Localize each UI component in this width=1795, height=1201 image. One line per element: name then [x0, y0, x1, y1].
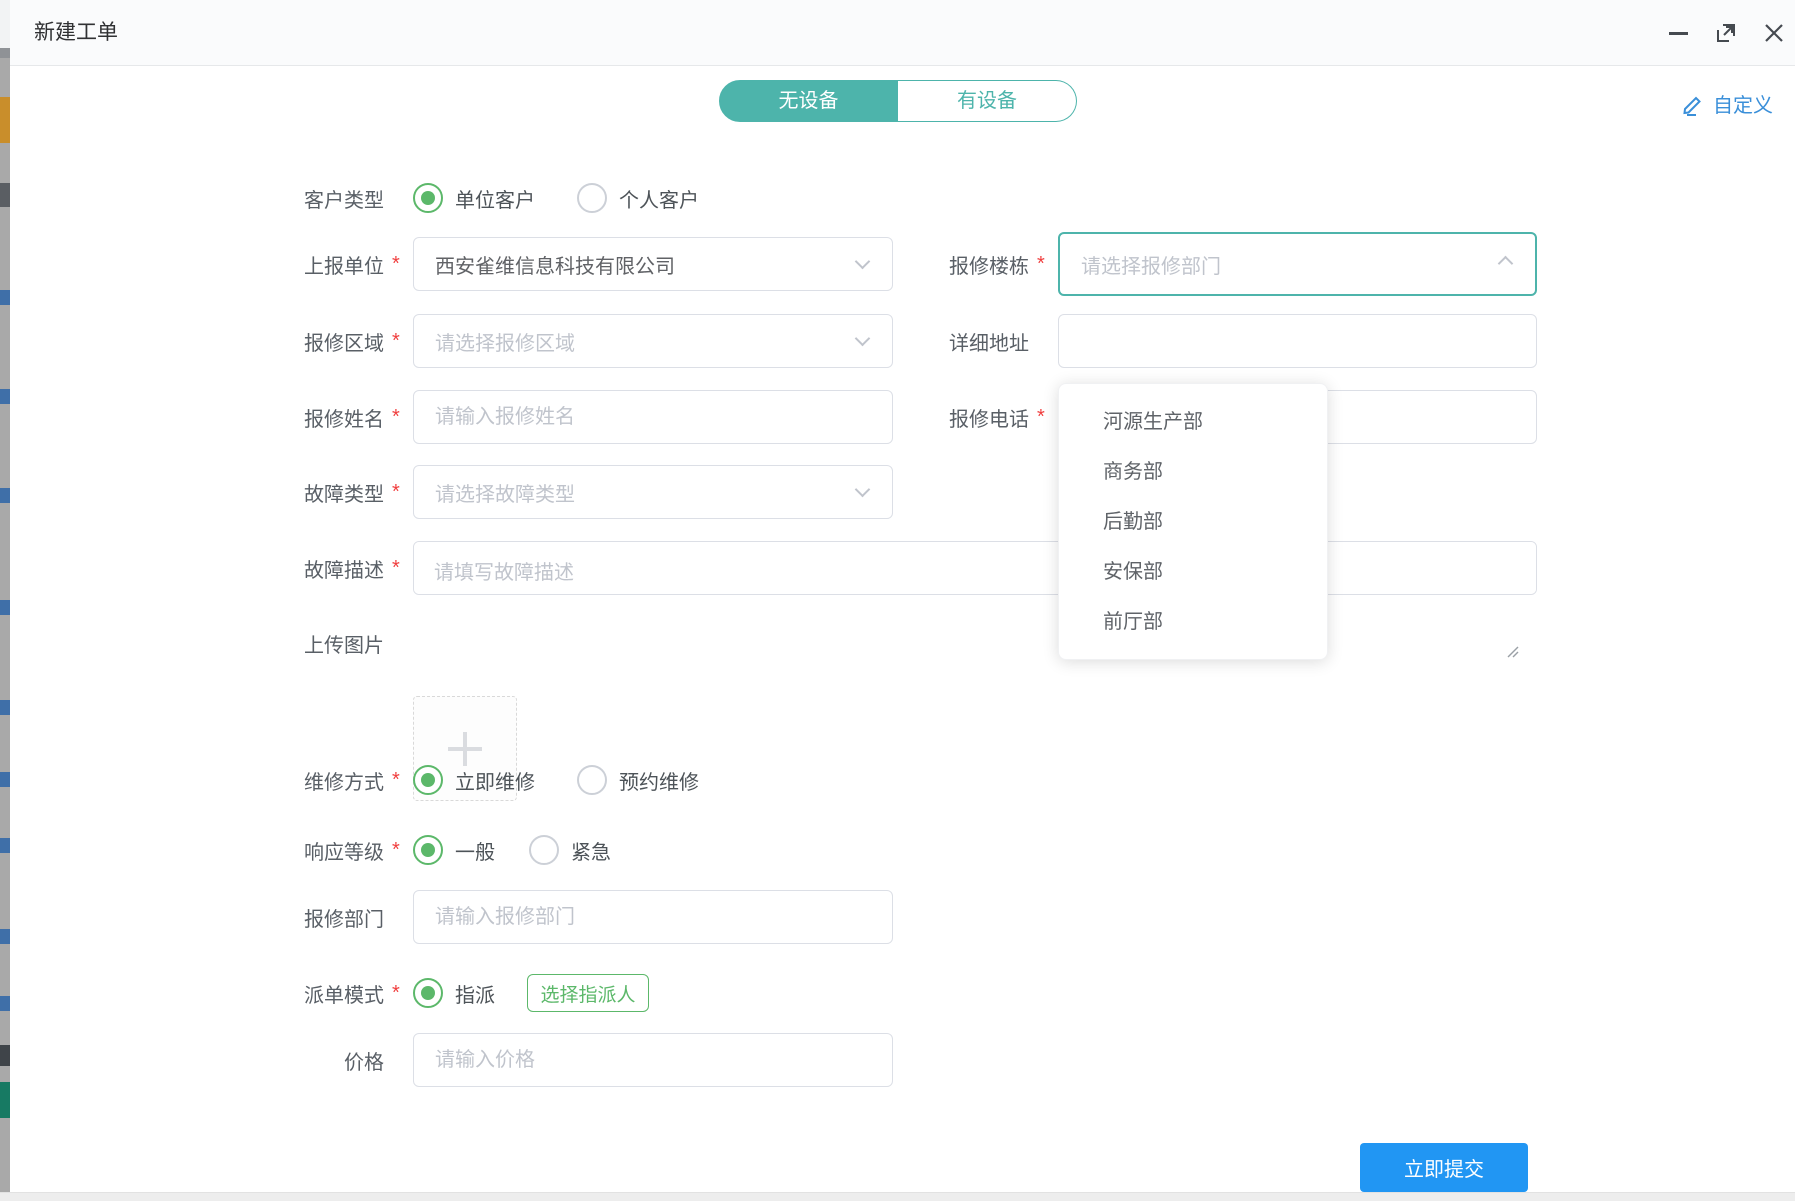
repair-building-dropdown: 河源生产部 商务部 后勤部 安保部 前厅部: [1058, 383, 1328, 660]
required-mark: *: [1029, 253, 1058, 276]
dropdown-option[interactable]: 商务部: [1059, 447, 1327, 497]
radio-assign[interactable]: [413, 978, 443, 1008]
fault-type-placeholder: 请选择故障类型: [414, 478, 575, 507]
repair-mode-label: 维修方式: [10, 766, 384, 795]
radio-immediate-repair[interactable]: [413, 765, 443, 795]
maximize-button[interactable]: [1713, 20, 1739, 46]
required-mark: *: [384, 769, 413, 792]
report-unit-select[interactable]: 西安雀维信息科技有限公司: [413, 237, 893, 291]
customize-label: 自定义: [1713, 89, 1773, 118]
radio-appointment-repair-label[interactable]: 预约维修: [619, 766, 699, 795]
radio-immediate-repair-label[interactable]: 立即维修: [455, 766, 535, 795]
submit-button[interactable]: 立即提交: [1360, 1143, 1528, 1192]
fault-desc-label: 故障描述: [10, 554, 384, 583]
required-mark: *: [384, 557, 413, 580]
radio-assign-label[interactable]: 指派: [455, 979, 495, 1008]
backdrop-sliver: [0, 0, 10, 1201]
radio-urgent-level[interactable]: [529, 835, 559, 865]
dropdown-option[interactable]: 前厅部: [1059, 597, 1327, 647]
new-work-order-modal: 新建工单 无设备 有设备: [0, 0, 1795, 1201]
close-icon: [1764, 23, 1784, 43]
report-unit-label: 上报单位: [10, 250, 384, 279]
chevron-down-icon: [855, 254, 871, 270]
customize-link[interactable]: 自定义: [1681, 89, 1773, 118]
required-mark: *: [384, 839, 413, 862]
repair-area-select[interactable]: 请选择报修区域: [413, 314, 893, 368]
required-mark: *: [384, 253, 413, 276]
dropdown-option[interactable]: 河源生产部: [1059, 397, 1327, 447]
window-titlebar: 新建工单: [10, 0, 1795, 66]
minimize-button[interactable]: [1665, 20, 1691, 46]
repair-name-label: 报修姓名: [10, 403, 384, 432]
customer-type-label: 客户类型: [10, 184, 384, 213]
dropdown-option[interactable]: 后勤部: [1059, 497, 1327, 547]
window-title: 新建工单: [34, 0, 118, 66]
radio-unit-customer-label[interactable]: 单位客户: [455, 184, 535, 213]
response-level-label: 响应等级: [10, 836, 384, 865]
fault-type-select[interactable]: 请选择故障类型: [413, 465, 893, 519]
repair-building-placeholder: 请选择报修部门: [1060, 250, 1221, 279]
radio-normal-level-label[interactable]: 一般: [455, 836, 495, 865]
report-unit-value: 西安雀维信息科技有限公司: [414, 250, 675, 279]
radio-personal-customer[interactable]: [577, 183, 607, 213]
chevron-down-icon: [855, 331, 871, 347]
repair-dept-label: 报修部门: [10, 903, 384, 932]
upload-image-label: 上传图片: [10, 629, 384, 658]
chevron-up-icon: [1498, 256, 1514, 272]
price-input[interactable]: [413, 1033, 893, 1087]
minimize-icon: [1669, 32, 1688, 35]
repair-area-placeholder: 请选择报修区域: [414, 327, 575, 356]
repair-area-label: 报修区域: [10, 327, 384, 356]
repair-phone-label: 报修电话: [893, 403, 1029, 432]
radio-urgent-level-label[interactable]: 紧急: [571, 836, 611, 865]
detail-address-input[interactable]: [1058, 314, 1537, 368]
radio-appointment-repair[interactable]: [577, 765, 607, 795]
choose-assignee-button[interactable]: 选择指派人: [527, 974, 649, 1012]
repair-dept-input[interactable]: [413, 890, 893, 944]
dispatch-mode-label: 派单模式: [10, 979, 384, 1008]
maximize-icon: [1715, 22, 1737, 44]
repair-name-input[interactable]: [413, 390, 893, 444]
device-tabs: 无设备 有设备: [719, 80, 1077, 122]
radio-unit-customer[interactable]: [413, 183, 443, 213]
required-mark: *: [384, 982, 413, 1005]
chevron-down-icon: [855, 482, 871, 498]
tab-no-device[interactable]: 无设备: [719, 80, 898, 122]
price-label: 价格: [10, 1046, 384, 1075]
fault-desc-textarea[interactable]: [413, 541, 1537, 595]
repair-building-label: 报修楼栋: [893, 250, 1029, 279]
radio-personal-customer-label[interactable]: 个人客户: [619, 184, 699, 213]
dropdown-option[interactable]: 安保部: [1059, 547, 1327, 597]
window-bottom-edge: [0, 1192, 1795, 1201]
close-button[interactable]: [1761, 20, 1787, 46]
required-mark: *: [384, 330, 413, 353]
required-mark: *: [384, 481, 413, 504]
radio-normal-level[interactable]: [413, 835, 443, 865]
required-mark: *: [1029, 406, 1058, 429]
fault-type-label: 故障类型: [10, 478, 384, 507]
detail-address-label: 详细地址: [893, 327, 1029, 356]
tab-with-device[interactable]: 有设备: [898, 80, 1077, 122]
repair-building-select[interactable]: 请选择报修部门: [1058, 232, 1537, 296]
required-mark: *: [384, 406, 413, 429]
edit-pencil-icon: [1681, 92, 1705, 116]
